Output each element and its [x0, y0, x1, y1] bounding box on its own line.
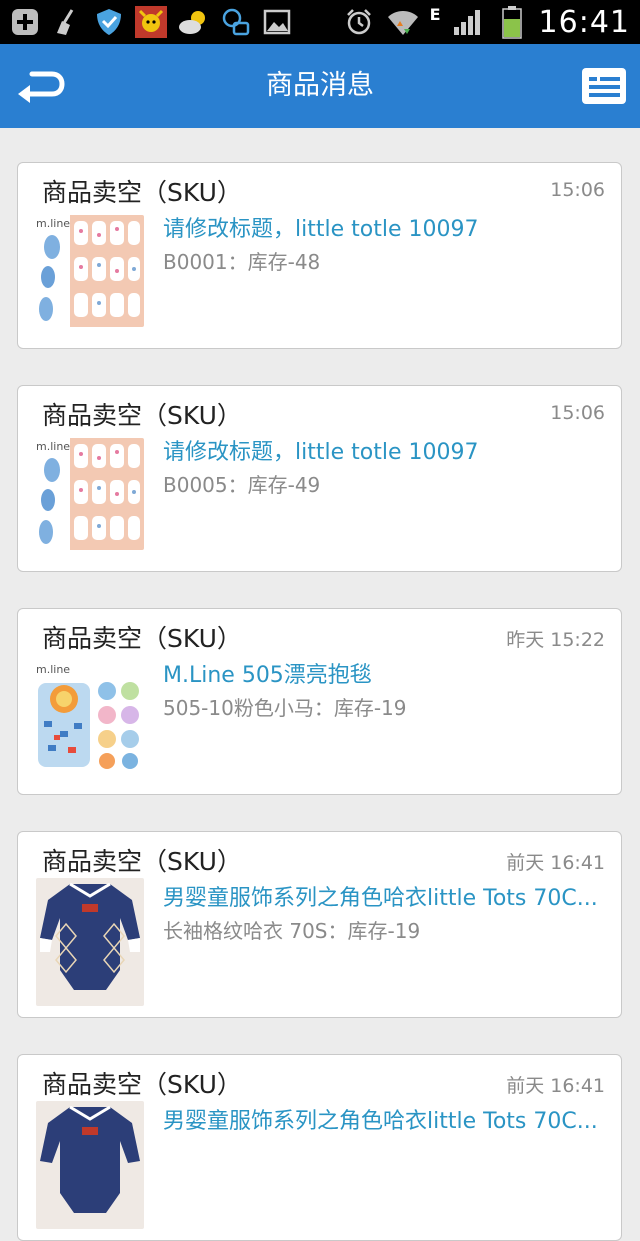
product-thumbnail: [36, 1101, 144, 1229]
system-icons: E 16:41: [342, 0, 630, 44]
list-menu-button[interactable]: [580, 66, 628, 106]
weather-icon: [176, 5, 210, 39]
message-card[interactable]: 商品卖空（SKU） 前天 16:41 男婴童服饰系列之角色哈衣little To…: [17, 1054, 622, 1241]
message-card[interactable]: 商品卖空（SKU） 昨天 15:22 m.line M.Line 505漂亮抱毯…: [17, 608, 622, 795]
card-time: 15:06: [550, 179, 605, 201]
avatar-app-icon: [134, 5, 168, 39]
card-title: 商品卖空（SKU）: [42, 178, 242, 207]
card-time: 昨天 15:22: [506, 629, 605, 651]
sku-stock-text: 505-10粉色小马：库存-19: [163, 696, 407, 720]
card-time: 前天 16:41: [506, 1075, 605, 1097]
sku-stock-text: B0005：库存-49: [163, 473, 321, 497]
svg-text:m.line: m.line: [36, 663, 70, 676]
battery-icon: [495, 5, 529, 39]
product-title-link[interactable]: 请修改标题，little totle 10097: [163, 434, 608, 466]
card-time: 15:06: [550, 402, 605, 424]
card-title: 商品卖空（SKU）: [42, 401, 242, 430]
sku-stock-text: 长袖格纹哈衣 70S：库存-19: [163, 919, 421, 943]
card-time: 前天 16:41: [506, 852, 605, 874]
product-title-link[interactable]: M.Line 505漂亮抱毯: [163, 657, 608, 689]
clock: 16:41: [538, 4, 630, 40]
svg-text:m.line: m.line: [36, 217, 70, 230]
list-icon: [582, 68, 626, 104]
product-thumbnail: m.line: [34, 661, 144, 773]
product-title-link[interactable]: 男婴童服饰系列之角色哈衣little Tots 70C...: [163, 1103, 608, 1135]
message-card[interactable]: 商品卖空（SKU） 15:06 m.line 请修改标题，little totl…: [17, 162, 622, 349]
broom-icon: [50, 5, 84, 39]
card-title: 商品卖空（SKU）: [42, 624, 242, 653]
message-card[interactable]: 商品卖空（SKU） 前天 16:41 男婴童服饰系列之角色哈衣little To…: [17, 831, 622, 1018]
image-icon: [260, 5, 294, 39]
network-type-label: E: [429, 4, 441, 24]
product-thumbnail: m.line: [34, 215, 144, 327]
product-title-link[interactable]: 男婴童服饰系列之角色哈衣little Tots 70C...: [163, 880, 608, 912]
card-title: 商品卖空（SKU）: [42, 847, 242, 876]
svg-text:m.line: m.line: [36, 440, 70, 453]
add-notification-icon: [8, 5, 42, 39]
app-header: 商品消息: [0, 44, 640, 128]
wifi-icon: [386, 5, 420, 39]
product-thumbnail: [36, 878, 144, 1006]
signal-icon: [451, 5, 485, 39]
page-title: 商品消息: [266, 70, 374, 101]
notification-icons: [8, 4, 294, 40]
chat-bubble-icon: [218, 5, 252, 39]
message-card[interactable]: 商品卖空（SKU） 15:06 m.line 请修改标题，little totl…: [17, 385, 622, 572]
alarm-icon: [342, 5, 376, 39]
status-bar: E 16:41: [0, 0, 640, 44]
product-thumbnail: m.line: [34, 438, 144, 550]
shield-icon: [92, 5, 126, 39]
card-title: 商品卖空（SKU）: [42, 1070, 242, 1099]
sku-stock-text: B0001：库存-48: [163, 250, 321, 274]
product-title-link[interactable]: 请修改标题，little totle 10097: [163, 211, 608, 243]
